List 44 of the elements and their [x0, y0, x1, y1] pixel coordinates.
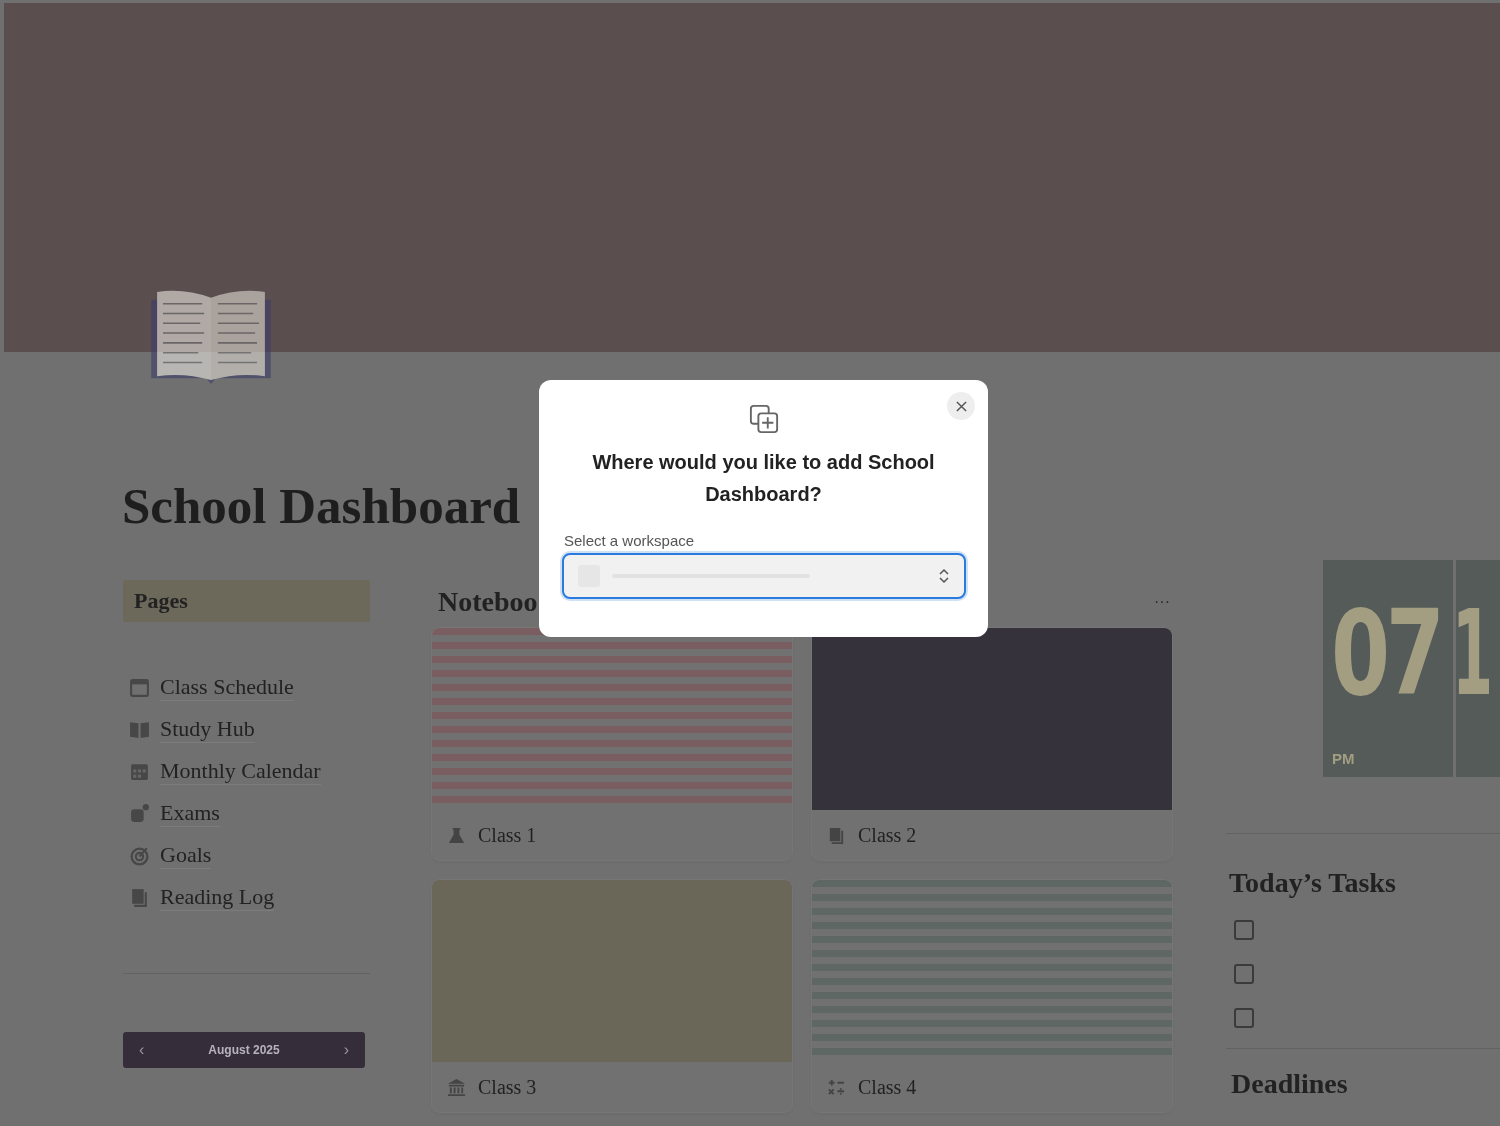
field-label: Select a workspace: [564, 532, 695, 549]
flask-icon: [447, 825, 466, 845]
card-title: Class 3: [478, 1075, 537, 1099]
clock-minute: 1: [1456, 588, 1494, 718]
page-link[interactable]: Class Schedule: [160, 673, 294, 701]
close-button[interactable]: [947, 392, 975, 420]
gallery-card[interactable]: Class 3: [432, 880, 792, 1112]
task-checkbox[interactable]: [1234, 920, 1254, 940]
next-month-button[interactable]: ›: [337, 1039, 355, 1061]
gallery-title: Noteboo: [438, 586, 538, 618]
previous-month-button[interactable]: ‹: [133, 1039, 151, 1061]
dialog-title: Where would you like to add School Dashboard?: [591, 450, 936, 507]
notebook-icon: [827, 825, 846, 845]
card-title: Class 1: [478, 823, 537, 847]
page-link[interactable]: Goals: [160, 841, 212, 869]
workspace-select[interactable]: [561, 553, 966, 599]
clock-period: PM: [1332, 750, 1355, 767]
open-book-icon: [148, 288, 274, 386]
gallery-card[interactable]: Class 4: [812, 880, 1172, 1112]
duplicate-add-icon: [748, 404, 779, 434]
clock-hour: 07: [1331, 588, 1441, 718]
card-title: Class 2: [858, 823, 917, 847]
page-link[interactable]: Reading Log: [160, 883, 275, 911]
notebook-icon: [129, 886, 150, 908]
page-link[interactable]: Monthly Calendar: [160, 757, 321, 785]
close-icon: [955, 400, 967, 412]
shapes-icon: [129, 802, 150, 824]
more-options-button[interactable]: ···: [1148, 592, 1176, 612]
calendar-icon: [129, 676, 150, 698]
section-header: Pages: [123, 580, 370, 622]
chevron-up-down-icon: [937, 567, 950, 585]
page-link[interactable]: Study Hub: [160, 715, 255, 743]
task-checkbox[interactable]: [1234, 964, 1254, 984]
card-title: Class 4: [858, 1075, 917, 1099]
gallery-card[interactable]: Class 2: [812, 628, 1172, 860]
month-label: August 2025: [208, 1043, 280, 1057]
section-heading: Deadlines: [1231, 1067, 1349, 1101]
gallery-card[interactable]: Class 1: [432, 628, 792, 860]
section-heading: Today’s Tasks: [1229, 866, 1397, 900]
page-link[interactable]: Exams: [160, 799, 220, 827]
math-icon: [827, 1077, 846, 1097]
page-title: School Dashboard: [122, 477, 521, 536]
bank-icon: [447, 1077, 466, 1097]
task-checkbox[interactable]: [1234, 1008, 1254, 1028]
